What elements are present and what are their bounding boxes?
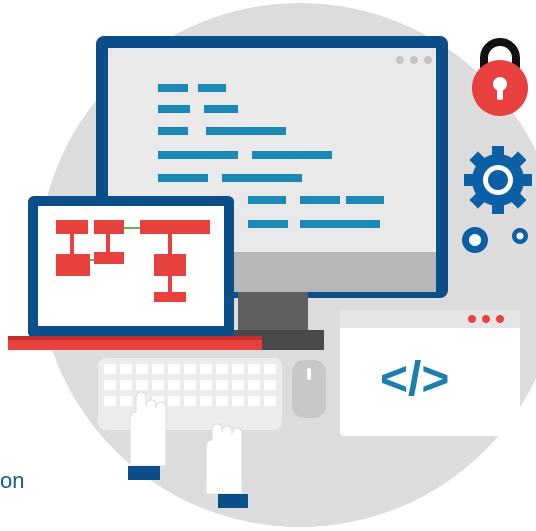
laptop (8, 196, 262, 350)
code-symbol: </> (380, 353, 450, 406)
mouse (292, 360, 326, 418)
keyboard (98, 358, 282, 430)
gear-icon (464, 146, 532, 214)
tech-illustration (8, 3, 536, 527)
truncated-caption: on (0, 468, 25, 493)
padlock-icon (472, 38, 528, 116)
